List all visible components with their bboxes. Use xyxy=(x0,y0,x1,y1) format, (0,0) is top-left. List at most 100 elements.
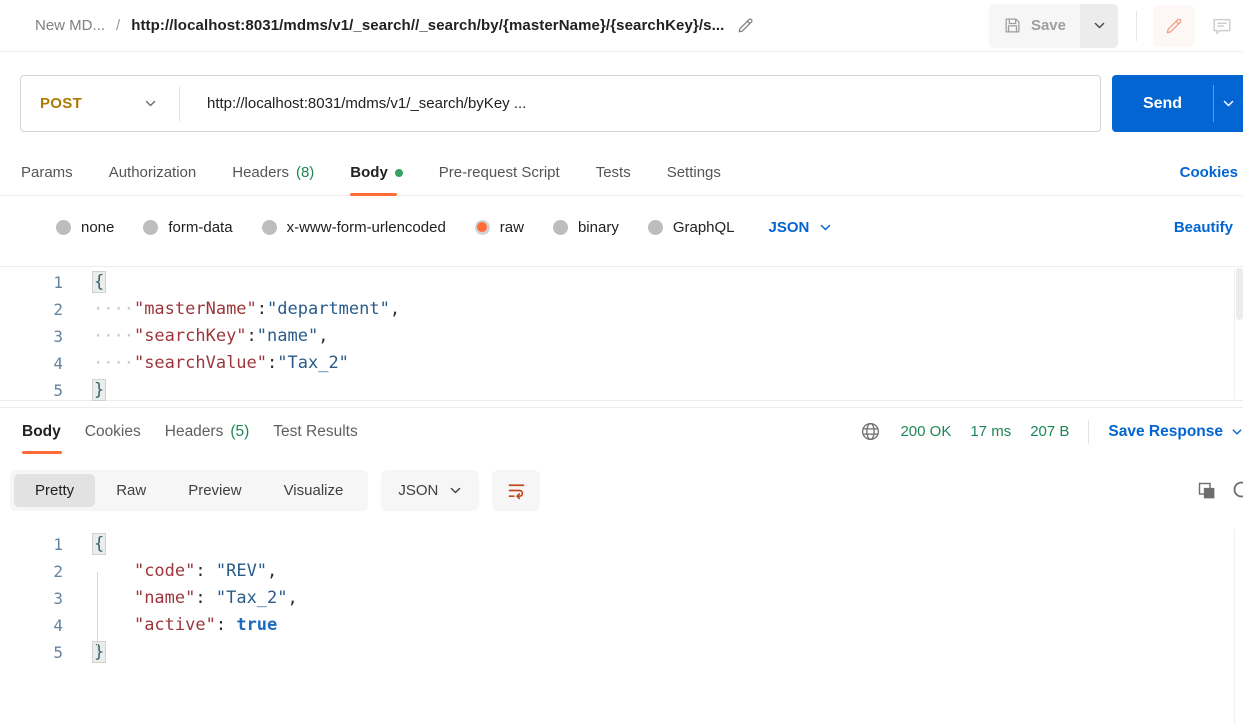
response-view-toolbar: Pretty Raw Preview Visualize JSON xyxy=(10,467,1243,514)
tab-body[interactable]: Body xyxy=(350,150,403,196)
json-string-value: "Tax_2" xyxy=(277,353,349,373)
response-size[interactable]: 207 B xyxy=(1030,423,1069,440)
open-brace: { xyxy=(93,272,105,292)
json-comma: , xyxy=(318,326,328,346)
indent xyxy=(93,615,134,635)
topbar-divider xyxy=(1136,11,1137,41)
code-line: 5 } xyxy=(0,639,1243,666)
chevron-down-icon xyxy=(449,484,462,497)
line-number: 5 xyxy=(0,377,63,404)
beautify-link[interactable]: Beautify xyxy=(1174,219,1233,236)
wrap-lines-button[interactable] xyxy=(492,470,540,511)
response-language-select[interactable]: JSON xyxy=(381,470,479,511)
cookies-link[interactable]: Cookies xyxy=(1180,164,1238,181)
search-icon[interactable] xyxy=(1231,479,1243,503)
response-action-icons xyxy=(1196,479,1243,503)
tab-tests[interactable]: Tests xyxy=(596,150,631,196)
whitespace-dots: ···· xyxy=(93,353,134,373)
rename-request-button[interactable] xyxy=(736,16,755,35)
radio-icon xyxy=(262,220,277,235)
view-preview[interactable]: Preview xyxy=(167,474,262,507)
url-input[interactable] xyxy=(207,95,1067,112)
response-tab-body[interactable]: Body xyxy=(22,408,61,456)
response-tab-test-results-label: Test Results xyxy=(273,423,357,441)
save-button[interactable]: Save xyxy=(989,4,1080,48)
edit-documentation-button[interactable] xyxy=(1153,5,1195,47)
meta-divider xyxy=(1088,420,1089,444)
wrap-text-icon xyxy=(506,480,527,501)
json-string-value: "REV" xyxy=(216,561,267,581)
send-options-button[interactable] xyxy=(1214,75,1243,132)
chevron-down-icon xyxy=(1093,19,1106,32)
tab-headers[interactable]: Headers(8) xyxy=(232,150,314,196)
save-options-button[interactable] xyxy=(1080,4,1118,48)
response-tabs-bar: Body Cookies Headers(5) Test Results 200… xyxy=(0,407,1243,455)
json-string-value: "Tax_2" xyxy=(216,588,288,608)
status-badge[interactable]: 200 OK xyxy=(900,423,951,440)
chevron-down-icon xyxy=(819,221,832,234)
body-mode-form-data[interactable]: form-data xyxy=(143,219,232,236)
body-mode-none-label: none xyxy=(81,219,114,236)
response-tab-headers[interactable]: Headers(5) xyxy=(165,408,250,456)
response-language-label: JSON xyxy=(398,482,438,499)
code-line: 3 ····"searchKey":"name", xyxy=(0,323,1243,350)
tab-tests-label: Tests xyxy=(596,164,631,181)
body-mode-graphql-label: GraphQL xyxy=(673,219,735,236)
response-time[interactable]: 17 ms xyxy=(970,423,1011,440)
request-tab-title[interactable]: New MD... xyxy=(35,17,105,34)
line-number: 4 xyxy=(0,350,63,377)
close-brace: } xyxy=(93,380,105,400)
tab-settings-label: Settings xyxy=(667,164,721,181)
request-tabs-bar: Params Authorization Headers(8) Body Pre… xyxy=(0,150,1243,196)
response-tab-test-results[interactable]: Test Results xyxy=(273,408,357,456)
raw-language-select[interactable]: JSON xyxy=(769,219,833,236)
tab-params-label: Params xyxy=(21,164,73,181)
scrollbar-thumb[interactable] xyxy=(1236,268,1243,320)
tab-authorization-label: Authorization xyxy=(109,164,197,181)
tab-params[interactable]: Params xyxy=(21,150,73,196)
code-line: 2 ····"masterName":"department", xyxy=(0,296,1243,323)
body-mode-urlencoded[interactable]: x-www-form-urlencoded xyxy=(262,219,446,236)
json-boolean-value: true xyxy=(236,615,277,635)
radio-icon xyxy=(648,220,663,235)
globe-icon[interactable] xyxy=(860,421,881,442)
request-name-url[interactable]: http://localhost:8031/mdms/v1/_search//_… xyxy=(131,17,724,34)
tab-settings[interactable]: Settings xyxy=(667,150,721,196)
json-key: "masterName" xyxy=(134,299,257,319)
pencil-icon xyxy=(736,16,755,35)
pencil-icon xyxy=(1164,16,1184,36)
body-mode-raw[interactable]: raw xyxy=(475,219,524,236)
view-raw[interactable]: Raw xyxy=(95,474,167,507)
line-number: 1 xyxy=(0,269,63,296)
save-button-group: Save xyxy=(989,4,1118,48)
body-type-selector: none form-data x-www-form-urlencoded raw… xyxy=(0,205,1243,249)
view-visualize[interactable]: Visualize xyxy=(263,474,365,507)
response-editor-scrollbar[interactable] xyxy=(1234,529,1243,725)
json-comma: , xyxy=(390,299,400,319)
code-line: 2 "code": "REV", xyxy=(0,558,1243,585)
method-selector[interactable]: POST xyxy=(21,95,179,112)
tab-pre-request-script[interactable]: Pre-request Script xyxy=(439,150,560,196)
indent xyxy=(93,588,134,608)
response-body-viewer[interactable]: 1 { 2 "code": "REV", 3 "name": "Tax_2", … xyxy=(0,528,1243,726)
json-key: "searchValue" xyxy=(134,353,267,373)
response-tab-cookies[interactable]: Cookies xyxy=(85,408,141,456)
request-editor-scrollbar[interactable] xyxy=(1234,268,1243,399)
comments-button[interactable] xyxy=(1201,5,1243,47)
copy-icon[interactable] xyxy=(1196,480,1217,501)
send-button-group: Send xyxy=(1112,75,1243,132)
save-response-button[interactable]: Save Response xyxy=(1108,423,1243,441)
tab-authorization[interactable]: Authorization xyxy=(109,150,197,196)
indent xyxy=(93,561,134,581)
response-view-segmented-control: Pretty Raw Preview Visualize xyxy=(10,470,368,511)
save-button-label: Save xyxy=(1031,17,1066,34)
body-mode-graphql[interactable]: GraphQL xyxy=(648,219,735,236)
body-mode-binary[interactable]: binary xyxy=(553,219,619,236)
request-body-editor[interactable]: 1 { 2 ····"masterName":"department", 3 ·… xyxy=(0,266,1243,401)
code-line: 1 { xyxy=(0,531,1243,558)
view-pretty[interactable]: Pretty xyxy=(14,474,95,507)
json-colon: : xyxy=(257,299,267,319)
body-mode-none[interactable]: none xyxy=(56,219,114,236)
line-number: 3 xyxy=(0,585,63,612)
send-button[interactable]: Send xyxy=(1112,75,1213,132)
